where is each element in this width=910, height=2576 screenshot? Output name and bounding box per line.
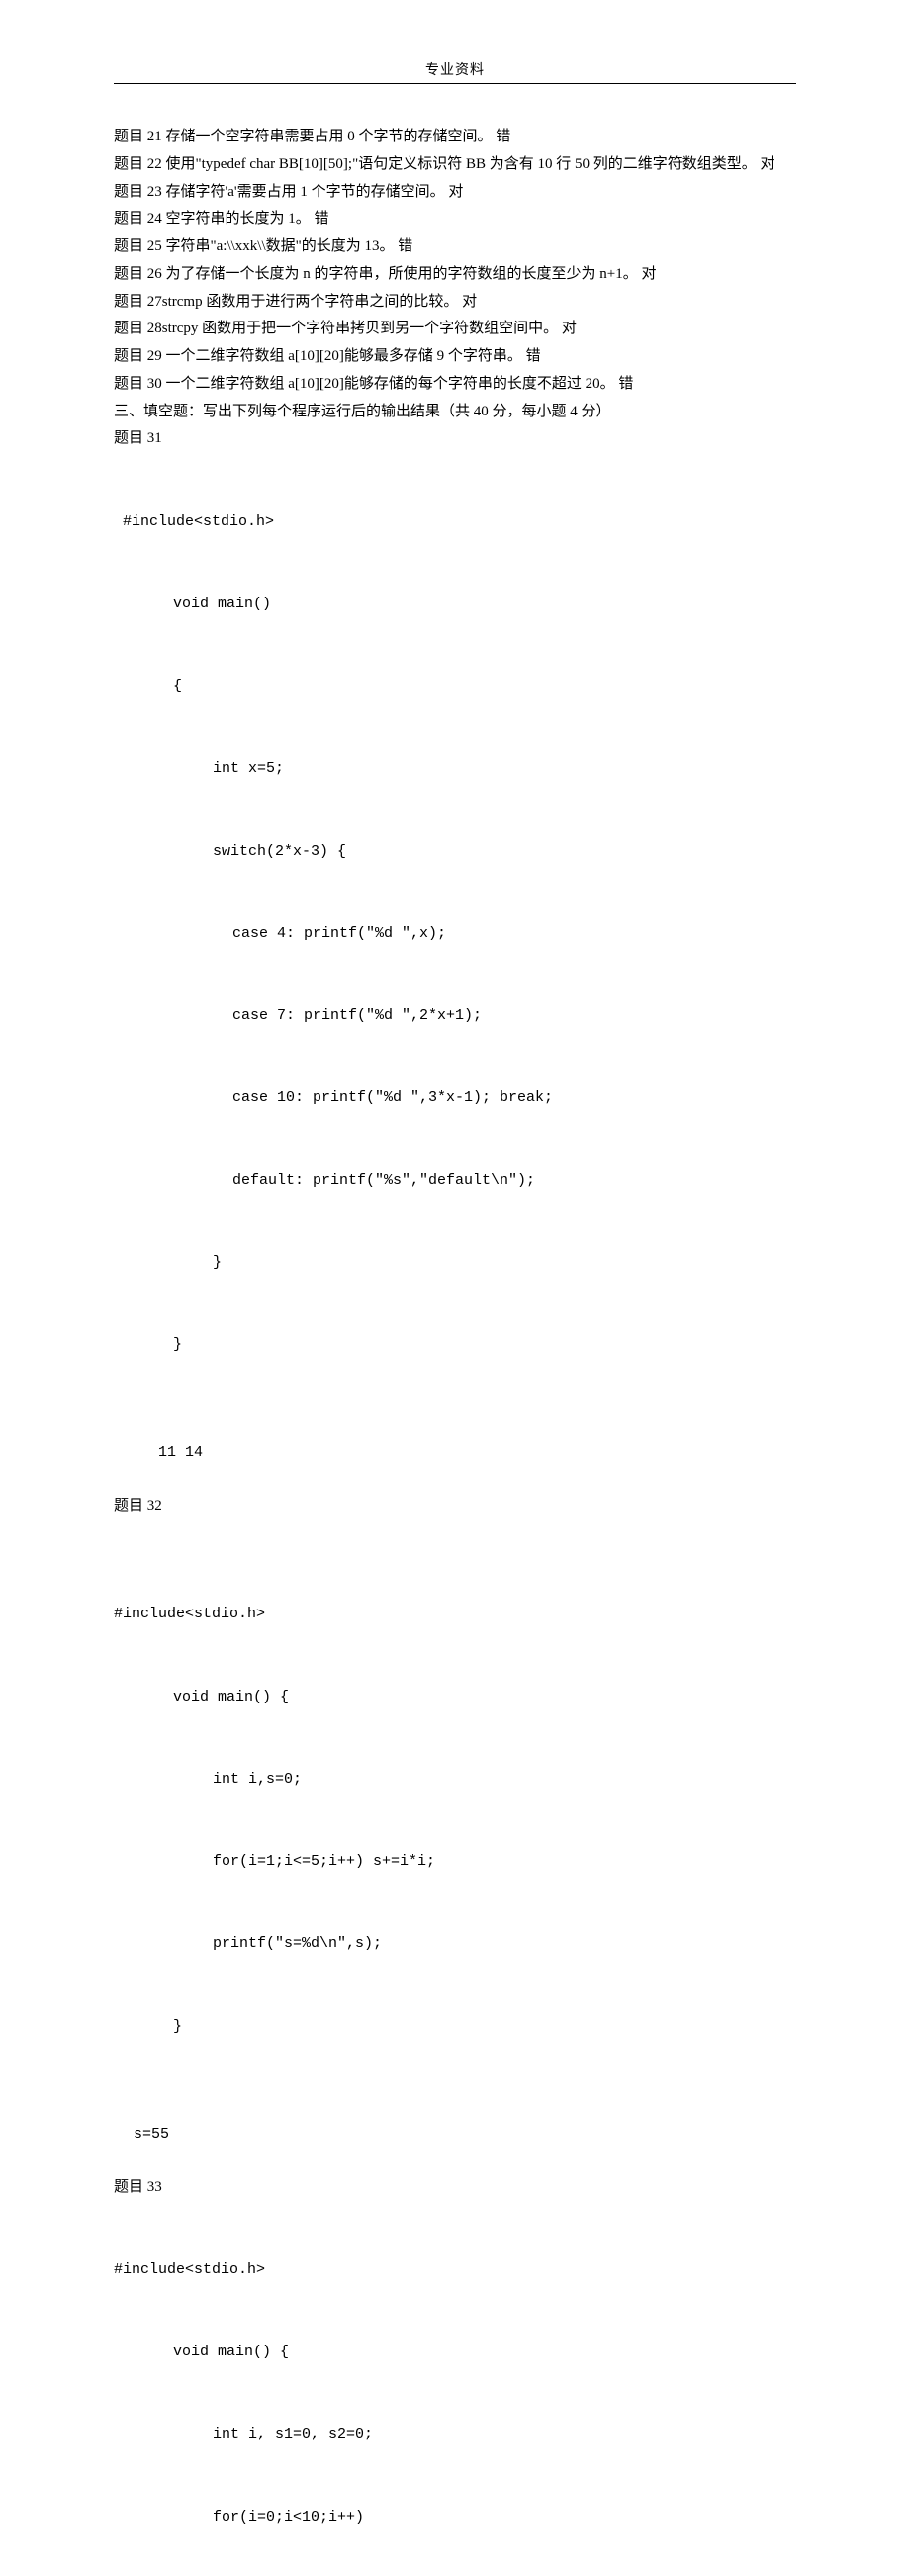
- code-line: }: [114, 1332, 796, 1359]
- question-22: 题目 22 使用"typedef char BB[10][50];"语句定义标识…: [114, 151, 796, 179]
- code-line: int x=5;: [114, 755, 796, 782]
- question-25: 题目 25 字符串"a:\\xxk\\数据"的长度为 13。 错: [114, 233, 796, 261]
- question-24: 题目 24 空字符串的长度为 1。 错: [114, 206, 796, 233]
- question-32-title: 题目 32: [114, 1493, 796, 1520]
- code-line: default: printf("%s","default\n");: [114, 1167, 796, 1195]
- code-line: for(i=1;i<=5;i++) s+=i*i;: [114, 1848, 796, 1876]
- code-line: void main() {: [114, 2339, 796, 2366]
- question-32-answer: s=55: [114, 2121, 796, 2149]
- code-line: #include<stdio.h>: [114, 508, 796, 536]
- code-line: }: [114, 2013, 796, 2041]
- code-line: {: [114, 673, 796, 700]
- question-27: 题目 27strcmp 函数用于进行两个字符串之间的比较。 对: [114, 289, 796, 317]
- code-line: case 4: printf("%d ",x);: [114, 920, 796, 948]
- code-line: printf("s=%d\n",s);: [114, 1930, 796, 1958]
- question-32-code: #include<stdio.h> void main() { int i,s=…: [114, 1546, 796, 2095]
- code-line: #include<stdio.h>: [114, 2256, 796, 2284]
- code-line: case 10: printf("%d ",3*x-1); break;: [114, 1084, 796, 1112]
- question-26: 题目 26 为了存储一个长度为 n 的字符串，所使用的字符数组的长度至少为 n+…: [114, 261, 796, 289]
- code-line: void main(): [114, 591, 796, 618]
- document-body: 题目 21 存储一个空字符串需要占用 0 个字节的存储空间。 错 题目 22 使…: [114, 124, 796, 2576]
- code-line: #include<stdio.h>: [114, 1601, 796, 1628]
- question-30: 题目 30 一个二维字符数组 a[10][20]能够存储的每个字符串的长度不超过…: [114, 371, 796, 399]
- question-29: 题目 29 一个二维字符数组 a[10][20]能够最多存储 9 个字符串。 错: [114, 343, 796, 371]
- question-33-title: 题目 33: [114, 2174, 796, 2202]
- question-31-code: #include<stdio.h> void main() { int x=5;…: [114, 453, 796, 1414]
- code-line: for(i=0;i<10;i++): [114, 2504, 796, 2531]
- question-28: 题目 28strcpy 函数用于把一个字符串拷贝到另一个字符数组空间中。 对: [114, 316, 796, 343]
- code-line: int i,s=0;: [114, 1766, 796, 1794]
- question-31-title: 题目 31: [114, 425, 796, 453]
- code-line: void main() {: [114, 1684, 796, 1711]
- code-line: switch(2*x-3) {: [114, 838, 796, 866]
- question-33-code: #include<stdio.h> void main() { int i, s…: [114, 2201, 796, 2576]
- question-31-answer: 11 14: [114, 1439, 796, 1467]
- code-line: int i, s1=0, s2=0;: [114, 2421, 796, 2448]
- question-23: 题目 23 存储字符'a'需要占用 1 个字节的存储空间。 对: [114, 179, 796, 207]
- section-3-title: 三、填空题：写出下列每个程序运行后的输出结果（共 40 分，每小题 4 分）: [114, 399, 796, 426]
- page-header: 专业资料: [114, 59, 796, 84]
- question-21: 题目 21 存储一个空字符串需要占用 0 个字节的存储空间。 错: [114, 124, 796, 151]
- code-line: case 7: printf("%d ",2*x+1);: [114, 1002, 796, 1030]
- code-line: }: [114, 1249, 796, 1277]
